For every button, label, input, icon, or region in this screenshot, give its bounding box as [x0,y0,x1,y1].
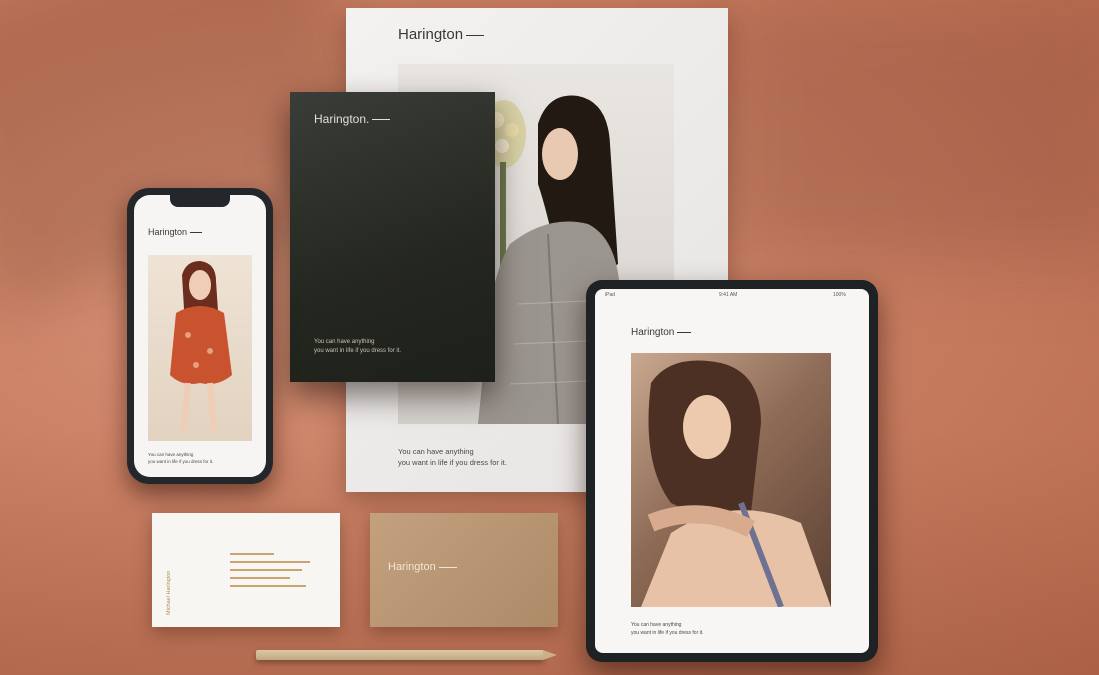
poster-brand: Harington [398,26,485,43]
tablet-brand: Harington [631,327,692,338]
business-card-name: Michael Harington [166,570,172,615]
pencil [256,650,544,660]
phone-brand: Harington [148,227,203,237]
tablet-photo [631,353,831,607]
tablet-mockup: iPad 9:41 AM 100% Harington You can have… [586,280,878,662]
kraft-card: Harington [370,513,558,627]
phone-notch [170,195,230,207]
tablet-screen: iPad 9:41 AM 100% Harington You can have… [595,289,869,653]
phone-photo [148,255,252,441]
business-card-details [230,553,330,593]
dark-card-tagline: You can have anything you want in life i… [314,339,402,354]
shadow-overlay [720,0,1099,260]
business-card: Michael Harington [152,513,340,627]
phone-mockup: Harington You can have anything you want… [127,188,273,484]
kraft-card-brand: Harington [388,561,457,573]
dark-card: Harington. You can have anything you wan… [290,92,495,382]
phone-screen: Harington You can have anything you want… [134,195,266,477]
dark-card-brand: Harington. [314,112,391,126]
pencil-tip [543,650,557,660]
phone-tagline: You can have anything you want in life i… [148,452,214,464]
stationery-mockup-scene: Harington You can have anything you want… [0,0,1099,675]
tablet-tagline: You can have anything you want in life i… [631,622,704,636]
poster-tagline: You can have anything you want in life i… [398,447,507,467]
